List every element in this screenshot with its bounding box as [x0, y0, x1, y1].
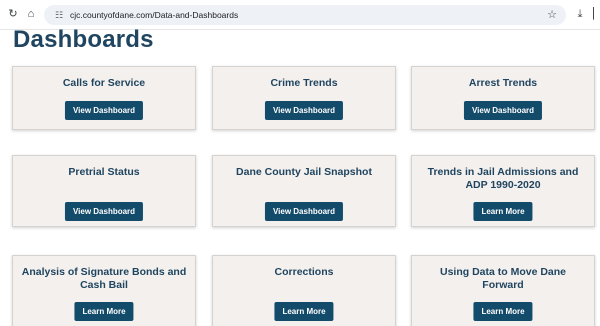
dashboard-card-using-data: Using Data to Move Dane Forward Learn Mo…: [411, 255, 595, 326]
learn-more-button[interactable]: Learn More: [74, 302, 134, 321]
view-dashboard-button[interactable]: View Dashboard: [264, 101, 344, 120]
card-title: Dane County Jail Snapshot: [236, 166, 372, 178]
dashboard-card-jail-admissions-trends: Trends in Jail Admissions and ADP 1990-2…: [411, 155, 595, 227]
view-dashboard-button[interactable]: View Dashboard: [463, 101, 543, 120]
url-text[interactable]: cjc.countyofdane.com/Data-and-Dashboards: [70, 5, 238, 25]
view-dashboard-button[interactable]: View Dashboard: [64, 101, 144, 120]
card-title: Arrest Trends: [468, 77, 538, 89]
card-title: Crime Trends: [270, 77, 338, 89]
dashboard-card-pretrial-status: Pretrial Status View Dashboard: [12, 155, 196, 227]
address-bar[interactable]: ☷ cjc.countyofdane.com/Data-and-Dashboar…: [44, 5, 566, 25]
menu-icon[interactable]: ▏: [593, 7, 600, 21]
page-title: Dashboards: [13, 26, 154, 53]
reload-icon[interactable]: ↻: [6, 7, 20, 21]
learn-more-button[interactable]: Learn More: [274, 302, 334, 321]
card-title: Using Data to Move Dane Forward: [439, 266, 567, 291]
dashboard-card-calls-for-service: Calls for Service View Dashboard: [12, 66, 196, 130]
bookmark-star-icon[interactable]: ☆: [544, 7, 560, 23]
home-icon[interactable]: ⌂: [24, 7, 38, 21]
card-title: Corrections: [274, 266, 334, 278]
dashboard-card-corrections: Corrections Learn More: [212, 255, 396, 326]
card-title: Analysis of Signature Bonds and Cash Bai…: [21, 266, 187, 291]
card-title: Calls for Service: [62, 77, 146, 89]
card-title: Trends in Jail Admissions and ADP 1990-2…: [427, 166, 579, 191]
site-info-icon[interactable]: ☷: [52, 8, 66, 22]
card-title: Pretrial Status: [68, 166, 140, 178]
learn-more-button[interactable]: Learn More: [473, 202, 533, 221]
view-dashboard-button[interactable]: View Dashboard: [64, 202, 144, 221]
download-icon[interactable]: ⤓: [573, 7, 587, 21]
view-dashboard-button[interactable]: View Dashboard: [264, 202, 344, 221]
dashboard-card-crime-trends: Crime Trends View Dashboard: [212, 66, 396, 130]
learn-more-button[interactable]: Learn More: [473, 302, 533, 321]
dashboard-card-jail-snapshot: Dane County Jail Snapshot View Dashboard: [212, 155, 396, 227]
dashboard-card-arrest-trends: Arrest Trends View Dashboard: [411, 66, 595, 130]
dashboard-card-signature-bonds: Analysis of Signature Bonds and Cash Bai…: [12, 255, 196, 326]
